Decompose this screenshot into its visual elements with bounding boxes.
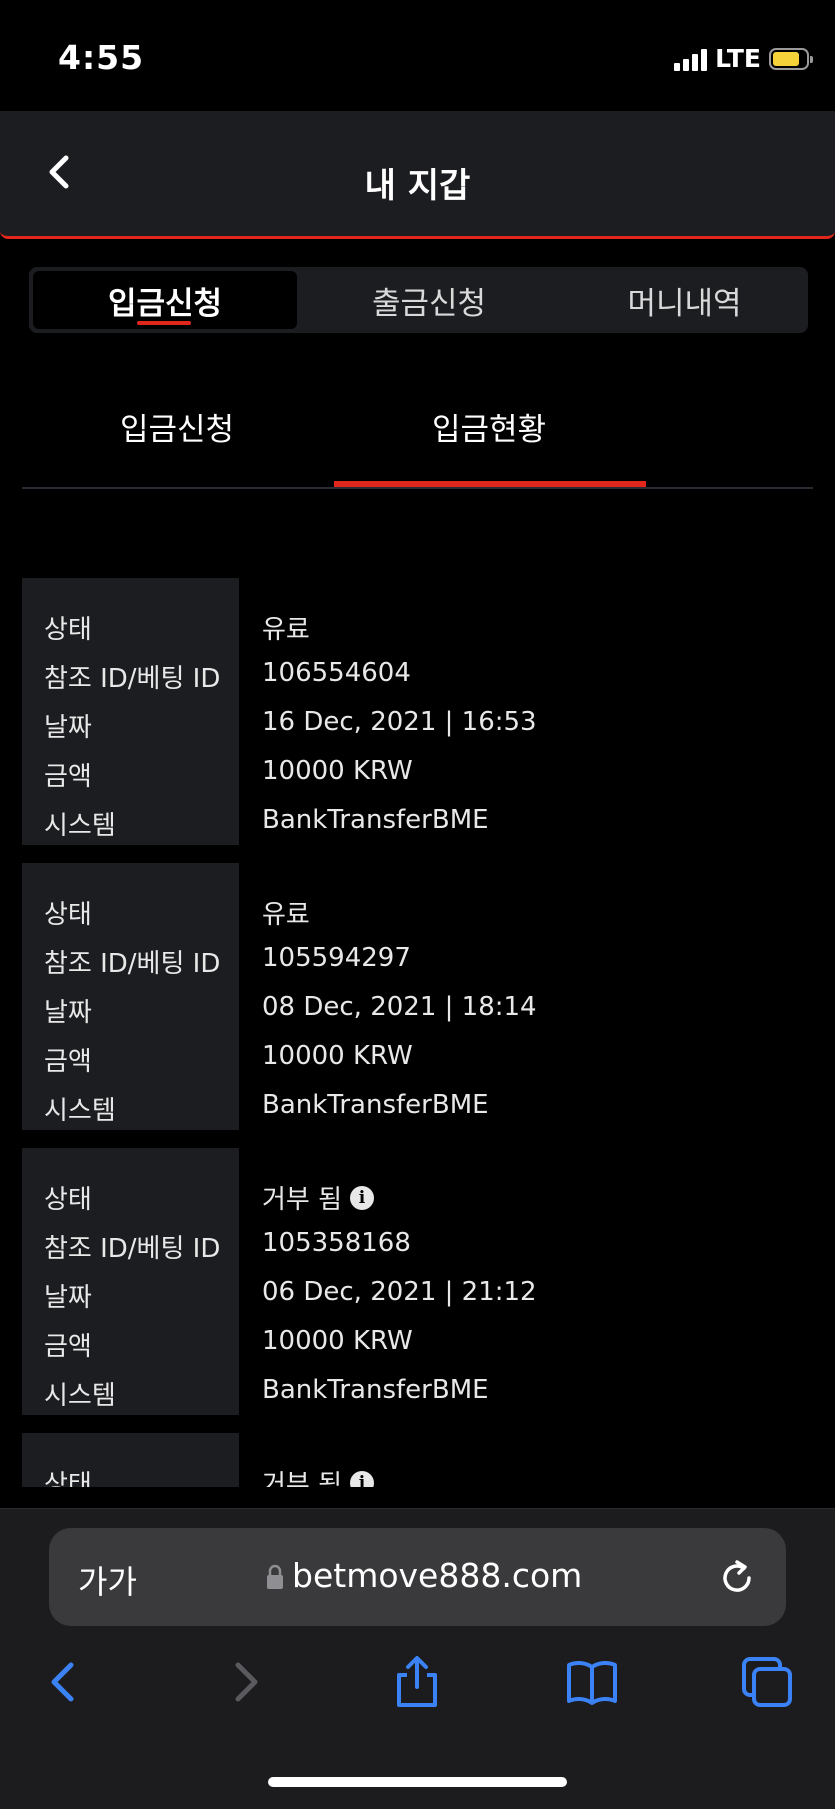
- subtab-deposit-status[interactable]: 입금현황: [334, 404, 644, 449]
- battery-icon: [769, 47, 813, 70]
- info-icon[interactable]: i: [350, 1470, 375, 1487]
- home-indicator: [268, 1777, 567, 1787]
- subtab-active-indicator: [334, 481, 646, 487]
- tab-label: 머니내역: [627, 285, 742, 322]
- back-nav-icon[interactable]: [38, 1655, 92, 1709]
- record-row-ref-id: 참조 ID/베팅 ID 105358168: [44, 1228, 411, 1264]
- page-title: 내 지갑: [364, 166, 471, 206]
- record-row-amount: 금액 10000 KRW: [44, 1041, 413, 1077]
- status-value: 거부 됨: [262, 1470, 343, 1487]
- reload-icon[interactable]: [715, 1556, 759, 1600]
- record-row-status: 상태 거부 됨i: [22, 1171, 813, 1220]
- tab-deposit-request[interactable]: 입금신청: [33, 271, 297, 329]
- subtab-divider: [22, 487, 813, 489]
- record-row-date: 날짜 16 Dec, 2021 | 16:53: [44, 707, 537, 743]
- lock-icon: [267, 1564, 283, 1589]
- wallet-tabs: 입금신청 출금신청 머니내역: [29, 267, 808, 333]
- deposit-record: 상태 유료 참조 ID/베팅 ID 105594297 날짜 08 Dec, 2021…: [22, 863, 813, 1130]
- signal-icon: [674, 47, 708, 71]
- network-type: LTE: [715, 44, 761, 73]
- tabs-icon[interactable]: [740, 1655, 794, 1709]
- status-value: 유료: [262, 900, 310, 930]
- record-row-date: 날짜 06 Dec, 2021 | 21:12: [44, 1277, 537, 1313]
- tab-label: 입금신청: [107, 285, 223, 322]
- record-row-ref-id: 참조 ID/베팅 ID 106554604: [44, 658, 411, 694]
- subtab-deposit-request[interactable]: 입금신청: [22, 404, 332, 449]
- bookmarks-icon[interactable]: [565, 1655, 619, 1709]
- record-row-ref-id: 참조 ID/베팅 ID 105594297: [44, 943, 411, 979]
- tab-withdraw-request[interactable]: 출금신청: [297, 267, 561, 333]
- record-row-date: 날짜 08 Dec, 2021 | 18:14: [44, 992, 537, 1028]
- tab-label: 출금신청: [371, 285, 487, 322]
- text-size-button[interactable]: 가가: [78, 1557, 137, 1603]
- record-row-amount: 금액 10000 KRW: [44, 1326, 413, 1362]
- info-icon[interactable]: i: [350, 1185, 375, 1210]
- record-row-system: 시스템 BankTransferBME: [44, 1375, 489, 1411]
- record-row-system: 시스템 BankTransferBME: [44, 805, 489, 841]
- status-indicators: LTE: [674, 44, 813, 73]
- url-text[interactable]: betmove888.com: [292, 1556, 582, 1595]
- deposit-record: 상태 거부 됨i 참조 ID/베팅 ID 105358168 날짜 06 Dec, 2…: [22, 1148, 813, 1415]
- status-time: 4:55: [58, 38, 145, 77]
- status-value: 거부 됨: [262, 1185, 343, 1215]
- record-row-status: 상태 유료: [22, 601, 813, 650]
- active-tab-underline: [137, 321, 191, 325]
- record-row-system: 시스템 BankTransferBME: [44, 1090, 489, 1126]
- status-value: 유료: [262, 615, 310, 645]
- forward-nav-icon[interactable]: [217, 1655, 271, 1709]
- deposit-records-list[interactable]: 상태 유료 참조 ID/베팅 ID 106554604 날짜 16 Dec, 2021…: [22, 578, 813, 1487]
- deposit-record: 상태 거부 됨i: [22, 1433, 813, 1487]
- record-row-status: 상태 거부 됨i: [22, 1456, 813, 1487]
- deposit-record: 상태 유료 참조 ID/베팅 ID 106554604 날짜 16 Dec, 2021…: [22, 578, 813, 845]
- share-icon[interactable]: [390, 1655, 444, 1709]
- record-row-status: 상태 유료: [22, 886, 813, 935]
- record-row-amount: 금액 10000 KRW: [44, 756, 413, 792]
- tab-money-history[interactable]: 머니내역: [561, 267, 808, 333]
